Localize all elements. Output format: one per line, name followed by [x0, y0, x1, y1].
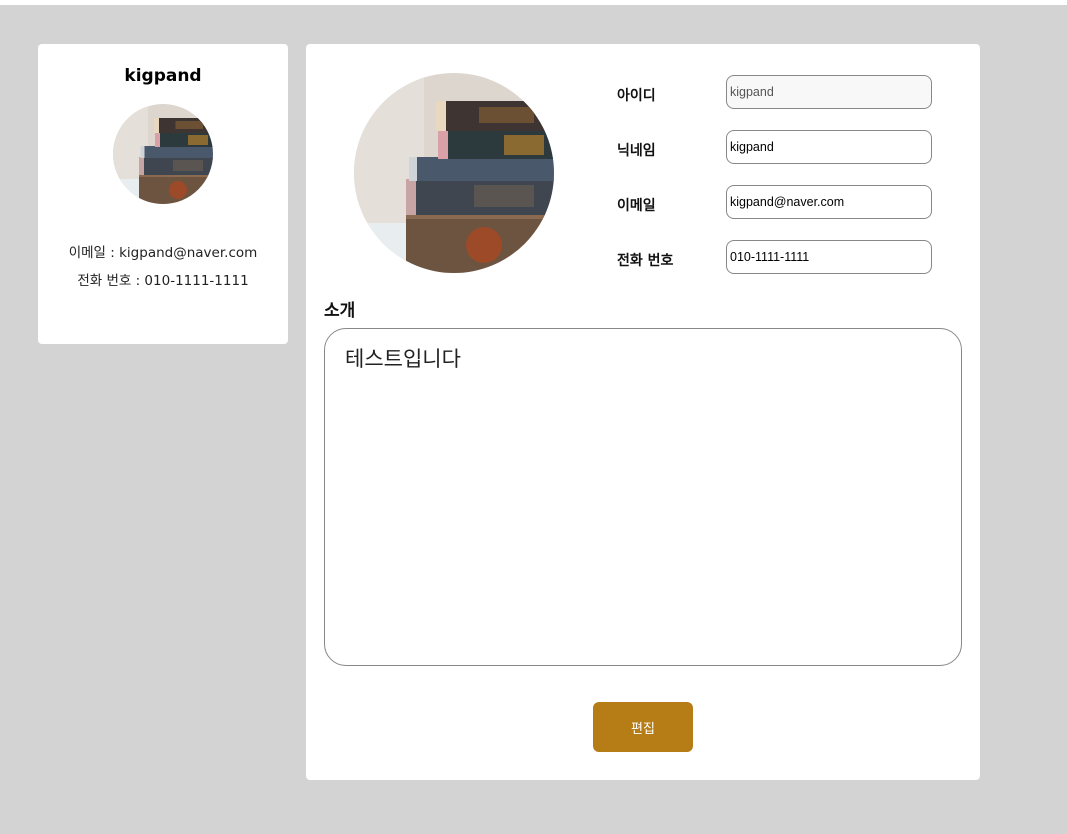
books-photo-icon [354, 73, 554, 273]
profile-summary-card: kigpand 이메일 : kigpand@naver.com 전화 번호 : … [38, 44, 288, 344]
phone-label: 전화 번호 [617, 253, 674, 269]
phone-field[interactable] [726, 240, 932, 274]
id-field[interactable] [726, 75, 932, 109]
profile-email: 이메일 : kigpand@naver.com [68, 245, 258, 261]
profile-username: kigpand [124, 66, 202, 86]
nickname-label: 닉네임 [617, 143, 656, 159]
books-photo-icon [113, 104, 213, 204]
id-label: 아이디 [617, 88, 656, 104]
nickname-field[interactable] [726, 130, 932, 164]
edit-button[interactable]: 편집 [593, 702, 693, 752]
profile-phone: 전화 번호 : 010-1111-1111 [77, 273, 249, 289]
page-background: kigpand 이메일 : kigpand@naver.com 전화 번호 : … [0, 5, 1067, 834]
edit-avatar[interactable] [354, 73, 554, 273]
profile-edit-card: 아이디 닉네임 이메일 전화 번호 소개 테스트입니다 편집 [306, 44, 980, 780]
email-field[interactable] [726, 185, 932, 219]
email-label: 이메일 [617, 198, 656, 214]
intro-textarea[interactable]: 테스트입니다 [324, 328, 962, 666]
profile-avatar [113, 104, 213, 204]
intro-label: 소개 [324, 301, 356, 321]
